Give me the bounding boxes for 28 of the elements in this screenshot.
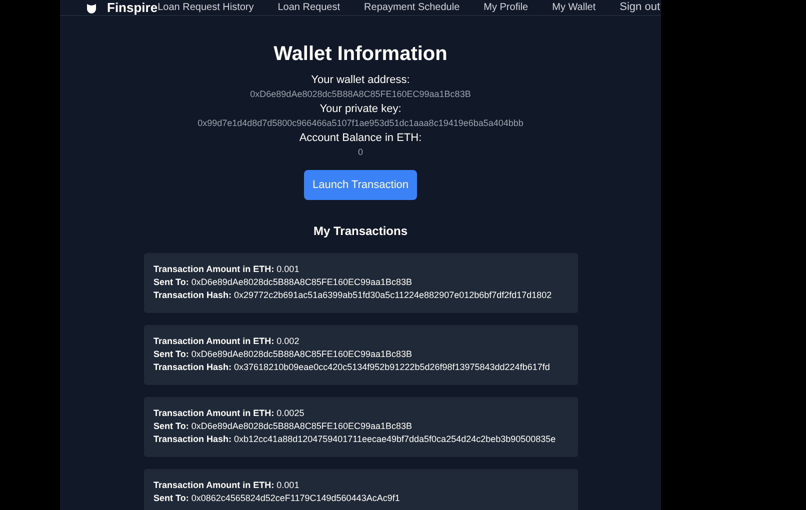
- transaction-detail: Transaction Amount in ETH: 0.0025: [154, 407, 306, 420]
- transaction-detail: Sent To: 0x0862c4565824d52ceF1179C149d560443AcAc9f1: [154, 492, 401, 505]
- nav-link[interactable]: Repayment Schedule: [364, 0, 460, 14]
- brand-name[interactable]: Finspire: [107, 0, 158, 14]
- transaction-detail: Sent To: 0xD6e89dAe8028dc5B88A8C85FE160EC99aa1Bc83B: [154, 420, 413, 433]
- nav-link[interactable]: My Wallet: [552, 0, 596, 14]
- field-label: Your wallet address:: [311, 73, 410, 87]
- nav-link[interactable]: Loan Request: [278, 0, 340, 14]
- transaction-detail: Sent To: 0xD6e89dAe8028dc5B88A8C85FE160EC99aa1Bc83B: [154, 276, 413, 289]
- field-label: Account Balance in ETH:: [299, 131, 422, 145]
- field-label: Your private key:: [320, 102, 402, 116]
- field-value: 0xD6e89dAe8028dc5B88A8C85FE160EC99aa1Bc83B: [250, 88, 471, 101]
- launch-transaction-button[interactable]: Launch Transaction: [304, 170, 416, 200]
- transaction-detail: Transaction Amount in ETH: 0.002: [154, 335, 300, 348]
- transaction-detail: Transaction Hash: 0x37618210b09eae0cc420c5134f952b91222b5d26f98f13975843dd224fb617fd: [154, 361, 551, 374]
- transaction-detail: Sent To: 0xD6e89dAe8028dc5B88A8C85FE160EC99aa1Bc83B: [154, 348, 413, 361]
- nav-link[interactable]: My Profile: [484, 0, 528, 14]
- section-title: My Transactions: [313, 223, 408, 240]
- field-value: 0: [358, 146, 363, 159]
- nav-link[interactable]: Loan Request History: [158, 0, 254, 14]
- sign-out-link[interactable]: Sign out: [620, 0, 660, 15]
- transaction-detail: Transaction Hash: 0x29772c2b691ac51a6399ab51fd30a5c11224e882907e012b6bf7df2fd17d1802: [154, 289, 553, 302]
- transaction-detail: Transaction Amount in ETH: 0.001: [154, 479, 300, 492]
- field-value: 0x99d7e1d4d8d7d5800c966466a5107f1ae953d51dc1aaa8c19419e6ba5a404bbb: [198, 117, 524, 130]
- transaction-detail: Transaction Hash: 0xb12cc41a88d1204759401711eecae49bf7dda5f0ca254d24c2beb3b90500835e: [154, 433, 557, 446]
- transaction-detail: Transaction Amount in ETH: 0.001: [154, 263, 300, 276]
- page-title: Wallet Information: [274, 42, 448, 67]
- logo-icon: [86, 2, 97, 14]
